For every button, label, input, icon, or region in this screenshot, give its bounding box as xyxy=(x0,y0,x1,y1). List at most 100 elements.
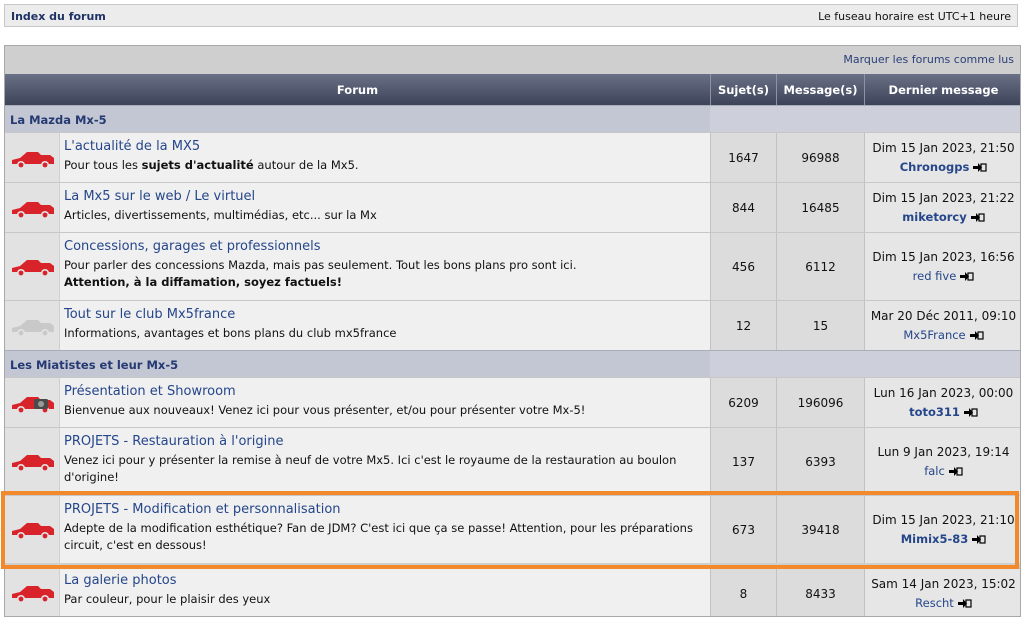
last-post-date: Dim 15 Jan 2023, 16:56 xyxy=(872,250,1015,264)
last-post-author-link[interactable]: miketorcy xyxy=(902,210,966,224)
forum-info-cell: Présentation et Showroom Bienvenue aux n… xyxy=(60,378,710,427)
category-row: La Mazda Mx-5 xyxy=(5,105,1020,132)
topics-count: 673 xyxy=(732,522,755,537)
forum-table: Marquer les forums comme lus Forum Sujet… xyxy=(4,45,1021,617)
last-post-author-link[interactable]: toto311 xyxy=(909,405,960,419)
category-row: Les Miatistes et leur Mx-5 xyxy=(5,350,1020,377)
last-post-author-link[interactable]: Mimix5-83 xyxy=(901,532,969,546)
last-post-cell: Mar 20 Déc 2011, 09:10 Mx5France xyxy=(864,301,1020,350)
last-post-author-link[interactable]: falc xyxy=(924,464,945,478)
last-post-cell: Dim 15 Jan 2023, 21:10 Mimix5-83 xyxy=(864,496,1020,563)
forum-info-cell: La Mx5 sur le web / Le virtuel Articles,… xyxy=(60,183,710,232)
posts-count-cell: 6112 xyxy=(776,233,864,300)
forum-title-link[interactable]: L'actualité de la MX5 xyxy=(64,139,200,154)
topics-count-cell: 844 xyxy=(710,183,776,232)
forum-info-cell: PROJETS - Restauration à l'origine Venez… xyxy=(60,428,710,495)
last-post-cell: Sam 14 Jan 2023, 15:02 Rescht xyxy=(864,569,1020,616)
last-post-author-link[interactable]: Rescht xyxy=(915,596,954,610)
index-forum-link[interactable]: Index du forum xyxy=(11,10,106,23)
red-car-icon xyxy=(10,448,56,474)
posts-count-cell: 15 xyxy=(776,301,864,350)
forum-row: Tout sur le club Mx5france Informations,… xyxy=(5,300,1020,350)
forum-status-cell xyxy=(5,301,60,350)
last-post-author-link[interactable]: Chronogps xyxy=(900,160,970,174)
forum-description: Par couleur, pour le plaisir des yeux xyxy=(64,592,271,606)
category-title[interactable]: La Mazda Mx-5 xyxy=(10,113,107,127)
last-post-author-link[interactable]: Mx5France xyxy=(903,328,965,342)
last-post-date: Lun 9 Jan 2023, 19:14 xyxy=(877,445,1010,459)
forum-info-cell: PROJETS - Modification et personnalisati… xyxy=(60,496,710,563)
forum-row: La galerie photos Par couleur, pour le p… xyxy=(5,568,1020,616)
top-breadcrumb-bar: Index du forum Le fuseau horaire est UTC… xyxy=(4,4,1018,27)
last-post-cell: Dim 15 Jan 2023, 16:56 red five xyxy=(864,233,1020,300)
goto-last-post-icon[interactable] xyxy=(972,534,986,545)
last-post-date: Lun 16 Jan 2023, 00:00 xyxy=(873,386,1014,400)
goto-last-post-icon[interactable] xyxy=(958,598,972,609)
forum-description: Adepte de la modification esthétique? Fa… xyxy=(64,521,693,552)
grey-car-icon xyxy=(10,313,56,339)
forum-info-cell: Tout sur le club Mx5france Informations,… xyxy=(60,301,710,350)
forum-description: Articles, divertissements, multimédias, … xyxy=(64,208,377,222)
goto-last-post-icon[interactable] xyxy=(973,162,987,173)
forum-description: Bienvenue aux nouveaux! Venez ici pour v… xyxy=(64,403,586,417)
posts-count: 6393 xyxy=(805,454,836,469)
forum-title-link[interactable]: La galerie photos xyxy=(64,573,177,588)
posts-count: 96988 xyxy=(801,150,840,165)
topics-count: 456 xyxy=(732,259,755,274)
forum-description: Venez ici pour y présenter la remise à n… xyxy=(64,453,677,484)
forum-status-cell xyxy=(5,496,60,563)
timezone-label: Le fuseau horaire est UTC+1 heure xyxy=(818,10,1011,23)
forum-title-link[interactable]: Tout sur le club Mx5france xyxy=(64,307,235,322)
last-post-author-link[interactable]: red five xyxy=(913,269,957,283)
table-header: Forum Sujet(s) Message(s) Dernier messag… xyxy=(5,74,1020,105)
topics-count: 6209 xyxy=(728,395,759,410)
forum-title-link[interactable]: Présentation et Showroom xyxy=(64,384,236,399)
last-post-date: Dim 15 Jan 2023, 21:22 xyxy=(872,191,1015,205)
forum-title-link[interactable]: La Mx5 sur le web / Le virtuel xyxy=(64,189,255,204)
last-post-date: Mar 20 Déc 2011, 09:10 xyxy=(870,309,1017,323)
forum-info-cell: Concessions, garages et professionnels P… xyxy=(60,233,710,300)
posts-count-cell: 196096 xyxy=(776,378,864,427)
goto-last-post-icon[interactable] xyxy=(960,271,974,282)
posts-count: 16485 xyxy=(801,200,840,215)
forum-row: L'actualité de la MX5 Pour tous les suje… xyxy=(5,132,1020,182)
last-post-date: Dim 15 Jan 2023, 21:50 xyxy=(872,141,1015,155)
forum-row: La Mx5 sur le web / Le virtuel Articles,… xyxy=(5,182,1020,232)
topics-count-cell: 1647 xyxy=(710,133,776,182)
red-car-camera-icon xyxy=(10,390,56,416)
column-header-last-post: Dernier message xyxy=(864,74,1020,105)
forum-status-cell xyxy=(5,428,60,495)
topics-count: 844 xyxy=(732,200,755,215)
posts-count-cell: 96988 xyxy=(776,133,864,182)
forum-row: Concessions, garages et professionnels P… xyxy=(5,232,1020,300)
goto-last-post-icon[interactable] xyxy=(970,330,984,341)
topics-count: 1647 xyxy=(728,150,759,165)
forum-description: Pour parler des concessions Mazda, mais … xyxy=(64,258,577,289)
red-car-icon xyxy=(10,516,56,542)
goto-last-post-icon[interactable] xyxy=(971,212,985,223)
forum-status-cell xyxy=(5,133,60,182)
last-post-cell: Dim 15 Jan 2023, 21:22 miketorcy xyxy=(864,183,1020,232)
column-header-topics: Sujet(s) xyxy=(710,74,776,105)
forum-status-cell xyxy=(5,378,60,427)
posts-count: 8433 xyxy=(805,586,836,601)
forum-title-link[interactable]: PROJETS - Modification et personnalisati… xyxy=(64,502,341,517)
topics-count-cell: 8 xyxy=(710,569,776,616)
forum-title-link[interactable]: PROJETS - Restauration à l'origine xyxy=(64,434,283,449)
topics-count: 137 xyxy=(732,454,755,469)
posts-count-cell: 16485 xyxy=(776,183,864,232)
forum-title-link[interactable]: Concessions, garages et professionnels xyxy=(64,239,321,254)
posts-count: 15 xyxy=(812,318,829,333)
last-post-date: Dim 15 Jan 2023, 21:10 xyxy=(872,513,1015,527)
mark-forums-read-link[interactable]: Marquer les forums comme lus xyxy=(843,53,1014,66)
column-header-forum: Forum xyxy=(336,82,379,97)
red-car-icon xyxy=(10,145,56,171)
topics-count-cell: 12 xyxy=(710,301,776,350)
last-post-cell: Dim 15 Jan 2023, 21:50 Chronogps xyxy=(864,133,1020,182)
goto-last-post-icon[interactable] xyxy=(964,407,978,418)
last-post-date: Sam 14 Jan 2023, 15:02 xyxy=(871,577,1016,591)
posts-count: 6112 xyxy=(805,259,836,274)
category-title[interactable]: Les Miatistes et leur Mx-5 xyxy=(10,358,178,372)
goto-last-post-icon[interactable] xyxy=(949,466,963,477)
topics-count-cell: 456 xyxy=(710,233,776,300)
